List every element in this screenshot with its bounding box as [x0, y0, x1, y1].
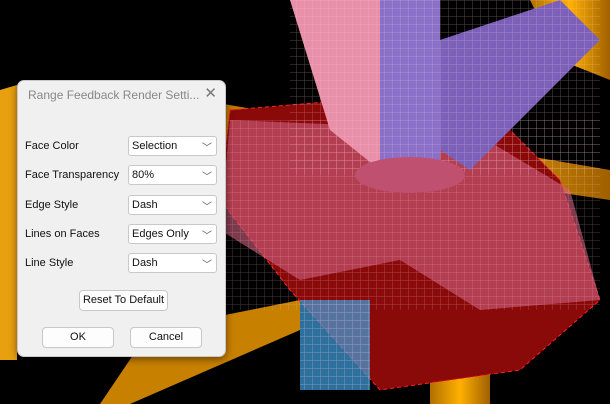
edge-style-label: Edge Style [25, 199, 79, 211]
face-transparency-value: 80% [132, 169, 155, 181]
line-style-value: Dash [132, 257, 158, 269]
line-style-select[interactable]: Dash ﹀ [128, 253, 217, 273]
lines-on-faces-value: Edges Only [132, 228, 189, 240]
edge-style-select[interactable]: Dash ﹀ [128, 195, 217, 215]
lines-on-faces-select[interactable]: Edges Only ﹀ [128, 224, 217, 244]
ok-button[interactable]: OK [42, 327, 114, 348]
render-settings-dialog: Range Feedback Render Setti... ✕ Face Co… [17, 80, 226, 357]
face-transparency-select[interactable]: 80% ﹀ [128, 165, 217, 185]
face-color-value: Selection [132, 140, 178, 152]
chevron-down-icon: ﹀ [202, 172, 212, 183]
face-transparency-label: Face Transparency [25, 169, 120, 181]
cancel-button[interactable]: Cancel [130, 327, 202, 348]
line-style-label: Line Style [25, 257, 74, 269]
tube-ring [355, 157, 465, 193]
chevron-down-icon: ﹀ [202, 143, 212, 154]
face-color-label: Face Color [25, 140, 79, 152]
chevron-down-icon: ﹀ [202, 231, 212, 242]
edge-style-value: Dash [132, 199, 158, 211]
chevron-down-icon: ﹀ [202, 260, 212, 271]
face-color-select[interactable]: Selection ﹀ [128, 136, 217, 156]
dialog-title: Range Feedback Render Setti... [28, 88, 200, 102]
reset-to-default-button[interactable]: Reset To Default [79, 290, 168, 311]
lines-on-faces-label: Lines on Faces [25, 228, 100, 240]
close-icon[interactable]: ✕ [204, 84, 217, 102]
chevron-down-icon: ﹀ [202, 202, 212, 213]
